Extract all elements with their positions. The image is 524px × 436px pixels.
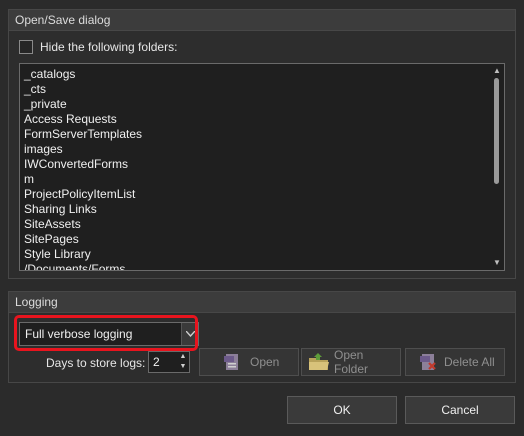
hide-folders-checkbox-row[interactable]: Hide the following folders: <box>19 40 177 54</box>
delete-all-label: Delete All <box>444 355 495 369</box>
open-save-group: Open/Save dialog Hide the following fold… <box>8 9 516 279</box>
list-item[interactable]: _private <box>24 97 488 112</box>
hide-folders-label: Hide the following folders: <box>40 40 178 54</box>
open-save-group-title: Open/Save dialog <box>9 10 515 31</box>
folder-list[interactable]: _catalogs _cts _private Access Requests Form… <box>19 63 505 271</box>
days-to-store-spinner[interactable]: 2 ▲ ▼ <box>148 351 190 373</box>
days-to-store-value: 2 <box>153 355 160 369</box>
list-item[interactable]: FormServerTemplates <box>24 127 488 142</box>
scroll-up-icon[interactable]: ▲ <box>492 66 502 76</box>
list-item[interactable]: SiteAssets <box>24 217 488 232</box>
folder-list-scrollbar[interactable]: ▲ ▼ <box>490 64 504 270</box>
list-item[interactable]: _cts <box>24 82 488 97</box>
logging-group-title: Logging <box>9 292 515 313</box>
open-log-button[interactable]: Open <box>199 348 299 376</box>
scroll-down-icon[interactable]: ▼ <box>492 258 502 268</box>
list-item[interactable]: SitePages <box>24 232 488 247</box>
open-folder-label: Open Folder <box>334 348 369 376</box>
chevron-down-icon[interactable] <box>181 323 198 345</box>
spin-up-icon[interactable]: ▲ <box>177 352 189 362</box>
spinner-buttons: ▲ ▼ <box>177 352 189 372</box>
list-item[interactable]: IWConvertedForms <box>24 157 488 172</box>
open-folder-button[interactable]: Open Folder <box>301 348 401 376</box>
delete-all-button[interactable]: Delete All <box>405 348 505 376</box>
open-log-label: Open <box>250 355 280 369</box>
delete-log-icon <box>418 352 438 372</box>
list-item[interactable]: m <box>24 172 488 187</box>
hide-folders-checkbox[interactable] <box>19 40 33 54</box>
folder-icon <box>308 352 329 372</box>
spin-down-icon[interactable]: ▼ <box>177 362 189 372</box>
list-item[interactable]: Access Requests <box>24 112 488 127</box>
cancel-button[interactable]: Cancel <box>405 396 515 424</box>
list-item[interactable]: _catalogs <box>24 67 488 82</box>
logging-level-select[interactable]: Full verbose logging <box>19 322 199 346</box>
list-item[interactable]: images <box>24 142 488 157</box>
list-item[interactable]: Sharing Links <box>24 202 488 217</box>
folder-list-items: _catalogs _cts _private Access Requests Form… <box>24 67 488 270</box>
scroll-thumb[interactable] <box>494 78 499 184</box>
logging-group: Logging Full verbose logging Days to sto… <box>8 291 516 383</box>
ok-button[interactable]: OK <box>287 396 397 424</box>
list-item[interactable]: /Documents/Forms <box>24 262 488 270</box>
log-file-icon <box>222 352 242 372</box>
logging-level-value: Full verbose logging <box>25 327 133 341</box>
list-item[interactable]: ProjectPolicyItemList <box>24 187 488 202</box>
list-item[interactable]: Style Library <box>24 247 488 262</box>
days-to-store-label: Days to store logs: <box>46 356 146 370</box>
